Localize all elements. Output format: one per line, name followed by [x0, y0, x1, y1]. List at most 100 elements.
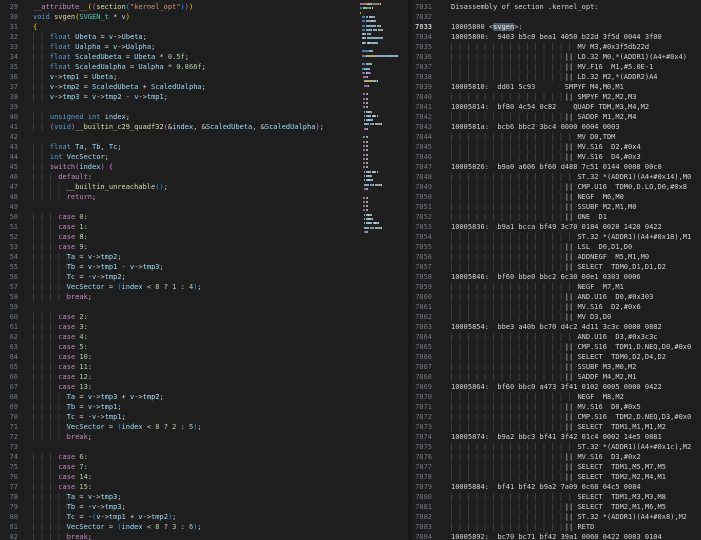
code-line[interactable]: 44 int VecSector;: [0, 152, 358, 162]
code-line[interactable]: 786310005854: bbe3 a40b bc70 d4c2 4d11 3…: [412, 322, 701, 332]
code-line[interactable]: 7835 MV M3,#0x3f5db22d: [412, 42, 701, 52]
code-line[interactable]: 7875 ST.32 *(ADDR1)(A4+#0x1c),M2: [412, 442, 701, 452]
code-line[interactable]: 784710005826: b9a0 a606 bf60 d488 7c51 0…: [412, 162, 701, 172]
code-line[interactable]: 7848 ST.32 *(ADDR1)(A4+#0x14),M0: [412, 172, 701, 182]
code-line[interactable]: 7877 || SELECT TDM1,M5,M7,M5: [412, 462, 701, 472]
code-line[interactable]: 34 float ScaledUbeta = Ubeta * 0.5f;: [0, 52, 358, 62]
code-line[interactable]: 55 Tb = v->tmp1 - v->tmp3;: [0, 262, 358, 272]
code-line[interactable]: 7864 AND.U16 D3,#0x3c3c: [412, 332, 701, 342]
code-line[interactable]: 69 Tb = v->tmp1;: [0, 402, 358, 412]
code-line[interactable]: 54 Ta = v->tmp2;: [0, 252, 358, 262]
code-line[interactable]: 42: [0, 132, 358, 142]
code-line[interactable]: 7872 || CMP.S16 TDM2,D.NEQ,D3,#0x0: [412, 412, 701, 422]
code-line[interactable]: 77 case 15:: [0, 482, 358, 492]
code-line[interactable]: 32 float Ubeta = v->Ubeta;: [0, 32, 358, 42]
code-line[interactable]: 7881 || SELECT TDM2,M1,M6,M5: [412, 502, 701, 512]
code-line[interactable]: 38 v->tmp3 = v->tmp2 - v->tmp1;: [0, 92, 358, 102]
code-line[interactable]: 39: [0, 102, 358, 112]
code-line[interactable]: 784110005814: bf80 4c54 0c82 QUADF TDM,M…: [412, 102, 701, 112]
code-line[interactable]: 52 case 8:: [0, 232, 358, 242]
code-line[interactable]: 62 case 4:: [0, 332, 358, 342]
code-line[interactable]: 788410005892: bc70 bc71 bf42 39a1 0060 0…: [412, 532, 701, 540]
code-line[interactable]: 7871 || MV.S16 D0,#0x5: [412, 402, 701, 412]
code-line[interactable]: 67 case 13:: [0, 382, 358, 392]
code-line[interactable]: 7855 || LSL D0,D1,D0: [412, 242, 701, 252]
code-line[interactable]: 72 break;: [0, 432, 358, 442]
code-line[interactable]: 7856 || ADDNEGF M5,M1,M0: [412, 252, 701, 262]
code-line[interactable]: 7880 SELECT TDM1,M3,M3,M8: [412, 492, 701, 502]
code-line[interactable]: 37 v->tmp2 = ScaledUbeta + ScaledUalpha;: [0, 82, 358, 92]
code-line[interactable]: 41 (void)__builtin_c29_quadf32(&index, &…: [0, 122, 358, 132]
code-line[interactable]: 7865 || CMP.S16 TDM1,D.NEQ,D0,#0x0: [412, 342, 701, 352]
code-line[interactable]: 78431000581a: bcb6 bbc2 3bc4 0000 0004 0…: [412, 122, 701, 132]
code-line[interactable]: 7849 || CMP.U16 TDM0,D.LO,D0,#0x8: [412, 182, 701, 192]
code-line[interactable]: 58 break;: [0, 292, 358, 302]
disassembly-view[interactable]: 7831Disassembly of section .kernel_opt:7…: [412, 0, 701, 540]
code-line[interactable]: 30void svgen(SVGEN_t * v): [0, 12, 358, 22]
code-line[interactable]: 80 Tc = -(v->tmp1 + v->tmp2);: [0, 512, 358, 522]
code-line[interactable]: 75 case 7:: [0, 462, 358, 472]
code-line[interactable]: 787910005884: bf41 bf42 b9a2 7a09 0c68 0…: [412, 482, 701, 492]
code-line[interactable]: 63 case 5:: [0, 342, 358, 352]
code-line[interactable]: 7878 || SELECT TDM2,M2,M4,M1: [412, 472, 701, 482]
code-line[interactable]: 45 switch(index) {: [0, 162, 358, 172]
code-line[interactable]: 49: [0, 202, 358, 212]
code-line[interactable]: 47 __builtin_unreachable();: [0, 182, 358, 192]
code-line[interactable]: 76 case 14:: [0, 472, 358, 482]
code-line[interactable]: 79 Tb = -v->tmp3;: [0, 502, 358, 512]
code-line[interactable]: 785310005836: b9a1 bcca bf49 3c70 0184 0…: [412, 222, 701, 232]
code-line[interactable]: 48 return;: [0, 192, 358, 202]
code-line[interactable]: 61 case 3:: [0, 322, 358, 332]
code-line[interactable]: 7873 || SELECT TDM1,M1,M1,M2: [412, 422, 701, 432]
code-line[interactable]: 7867 || SSUBF M3,M0,M2: [412, 362, 701, 372]
code-line[interactable]: 29__attribute__((section("kernel_opt"))): [0, 2, 358, 12]
code-line[interactable]: 7876 || MV.S16 D3,#0x2: [412, 452, 701, 462]
code-line[interactable]: 53 case 9:: [0, 242, 358, 252]
code-line[interactable]: 7861 || MV.S16 D2,#0x6: [412, 302, 701, 312]
code-line[interactable]: 7846 || MV.S16 D4,#0x3: [412, 152, 701, 162]
source-code-view[interactable]: 29__attribute__((section("kernel_opt")))…: [0, 0, 358, 540]
code-line[interactable]: 7860 || AND.U16 D0,#0x303: [412, 292, 701, 302]
code-line[interactable]: 31{: [0, 22, 358, 32]
code-line[interactable]: 43 float Ta, Tb, Tc;: [0, 142, 358, 152]
code-line[interactable]: 7837 || MV.F16 M1,#5.0E-1: [412, 62, 701, 72]
code-line[interactable]: 7854 ST.32 *(ADDR1)(A4+#0x18),M1: [412, 232, 701, 242]
code-line[interactable]: 65 case 11:: [0, 362, 358, 372]
code-line[interactable]: 46 default:: [0, 172, 358, 182]
code-line[interactable]: 56 Tc = -v->tmp2;: [0, 272, 358, 282]
code-line[interactable]: 33 float Ualpha = v->Ualpha;: [0, 42, 358, 52]
highlighted-word[interactable]: svgen: [493, 23, 514, 31]
left-editor-pane[interactable]: 29__attribute__((section("kernel_opt")))…: [0, 0, 358, 540]
code-line[interactable]: 783310005800 <svgen>:: [412, 22, 701, 32]
code-line[interactable]: 7836 || LD.32 M0,*(ADDR1)(A4+#0x4): [412, 52, 701, 62]
code-line[interactable]: 7851 || SSUBF M2,M1,M0: [412, 202, 701, 212]
right-editor-pane[interactable]: 7831Disassembly of section .kernel_opt:7…: [412, 0, 701, 540]
code-line[interactable]: 7862 || MV D3,D0: [412, 312, 701, 322]
code-line[interactable]: 51 case 1:: [0, 222, 358, 232]
code-line[interactable]: 783410005800: 9403 b5c0 bea1 4050 b22d 3…: [412, 32, 701, 42]
code-line[interactable]: 7831Disassembly of section .kernel_opt:: [412, 2, 701, 12]
code-line[interactable]: 7852 || ONE D1: [412, 212, 701, 222]
code-line[interactable]: 7832: [412, 12, 701, 22]
code-line[interactable]: 7883 || RETD: [412, 522, 701, 532]
code-line[interactable]: 7845 || MV.S16 D2,#0x4: [412, 142, 701, 152]
code-line[interactable]: 81 VecSector = (index < 8 ? 3 : 6);: [0, 522, 358, 532]
code-line[interactable]: 7840 || SMPYF M2,M2,M3: [412, 92, 701, 102]
code-line[interactable]: 60 case 2:: [0, 312, 358, 322]
minimap[interactable]: [358, 0, 406, 540]
code-line[interactable]: 786910005864: bf60 bbc0 a473 3f41 0102 0…: [412, 382, 701, 392]
code-line[interactable]: 82 break;: [0, 532, 358, 540]
code-line[interactable]: 7844 MV D0,TDM: [412, 132, 701, 142]
code-line[interactable]: 7859 NEGF M7,M1: [412, 282, 701, 292]
code-line[interactable]: 7842 || SADDF M1,M2,M4: [412, 112, 701, 122]
code-line[interactable]: 59: [0, 302, 358, 312]
code-line[interactable]: 7866 || SELECT TDM0,D2,D4,D2: [412, 352, 701, 362]
code-line[interactable]: 66 case 12:: [0, 372, 358, 382]
code-line[interactable]: 57 VecSector = (index < 8 ? 1 : 4);: [0, 282, 358, 292]
code-line[interactable]: 64 case 10:: [0, 352, 358, 362]
code-line[interactable]: 7882 || ST.32 *(ADDR1)(A4+#0x8),M2: [412, 512, 701, 522]
code-line[interactable]: 783910005810: dd01 5c93 SMPYF M4,M0,M1: [412, 82, 701, 92]
code-line[interactable]: 785810005846: bf60 bbe0 bbc2 6c30 00e1 0…: [412, 272, 701, 282]
code-line[interactable]: 40 unsigned int index;: [0, 112, 358, 122]
code-line[interactable]: 36 v->tmp1 = Ubeta;: [0, 72, 358, 82]
